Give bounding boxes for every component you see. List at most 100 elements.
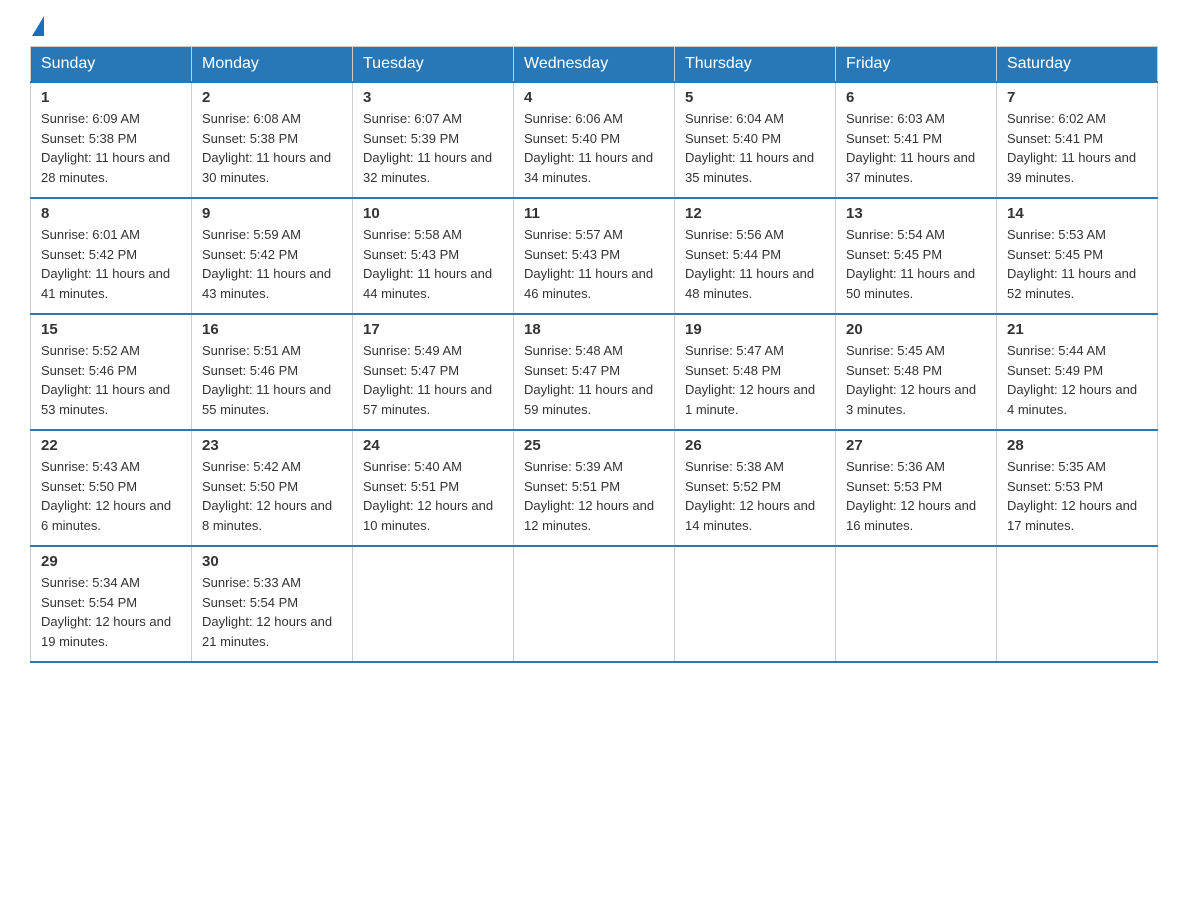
day-number: 22 (41, 437, 181, 454)
calendar-cell: 12 Sunrise: 5:56 AMSunset: 5:44 PMDayligh… (675, 198, 836, 314)
calendar-cell (836, 546, 997, 662)
day-info: Sunrise: 5:57 AMSunset: 5:43 PMDaylight:… (524, 225, 664, 303)
day-number: 1 (41, 89, 181, 106)
calendar-cell: 15Sunrise: 5:52 AMSunset: 5:46 PMDayligh… (31, 314, 192, 430)
day-number: 25 (524, 437, 664, 454)
week-row-4: 22 Sunrise: 5:43 AMSunset: 5:50 PMDayligh… (31, 430, 1158, 546)
day-number: 18 (524, 321, 664, 338)
day-number: 20 (846, 321, 986, 338)
header-monday: Monday (192, 47, 353, 83)
week-row-2: 8 Sunrise: 6:01 AMSunset: 5:42 PMDaylight… (31, 198, 1158, 314)
day-number: 4 (524, 89, 664, 106)
calendar-cell: 28 Sunrise: 5:35 AMSunset: 5:53 PMDayligh… (997, 430, 1158, 546)
calendar-cell: 3 Sunrise: 6:07 AMSunset: 5:39 PMDaylight… (353, 82, 514, 198)
day-info: Sunrise: 5:34 AMSunset: 5:54 PMDaylight:… (41, 573, 181, 651)
calendar-cell (353, 546, 514, 662)
day-info: Sunrise: 5:45 AMSunset: 5:48 PMDaylight:… (846, 341, 986, 419)
day-info: Sunrise: 5:48 AMSunset: 5:47 PMDaylight:… (524, 341, 664, 419)
day-info: Sunrise: 5:56 AMSunset: 5:44 PMDaylight:… (685, 225, 825, 303)
day-number: 3 (363, 89, 503, 106)
day-number: 5 (685, 89, 825, 106)
page-header (30, 20, 1158, 36)
header-friday: Friday (836, 47, 997, 83)
calendar-cell: 6Sunrise: 6:03 AMSunset: 5:41 PMDaylight… (836, 82, 997, 198)
day-info: Sunrise: 5:39 AMSunset: 5:51 PMDaylight:… (524, 457, 664, 535)
calendar-cell: 22 Sunrise: 5:43 AMSunset: 5:50 PMDayligh… (31, 430, 192, 546)
day-number: 30 (202, 553, 342, 570)
day-number: 29 (41, 553, 181, 570)
calendar-cell: 21 Sunrise: 5:44 AMSunset: 5:49 PMDayligh… (997, 314, 1158, 430)
day-number: 17 (363, 321, 503, 338)
day-number: 2 (202, 89, 342, 106)
day-number: 27 (846, 437, 986, 454)
calendar-cell (675, 546, 836, 662)
day-number: 11 (524, 205, 664, 222)
day-info: Sunrise: 5:33 AMSunset: 5:54 PMDaylight:… (202, 573, 342, 651)
day-info: Sunrise: 6:07 AMSunset: 5:39 PMDaylight:… (363, 109, 503, 187)
day-number: 15 (41, 321, 181, 338)
day-number: 28 (1007, 437, 1147, 454)
day-info: Sunrise: 5:40 AMSunset: 5:51 PMDaylight:… (363, 457, 503, 535)
day-info: Sunrise: 6:02 AMSunset: 5:41 PMDaylight:… (1007, 109, 1147, 187)
calendar-cell (514, 546, 675, 662)
calendar-cell: 24 Sunrise: 5:40 AMSunset: 5:51 PMDayligh… (353, 430, 514, 546)
day-number: 13 (846, 205, 986, 222)
calendar-cell: 11 Sunrise: 5:57 AMSunset: 5:43 PMDayligh… (514, 198, 675, 314)
day-info: Sunrise: 5:58 AMSunset: 5:43 PMDaylight:… (363, 225, 503, 303)
week-row-3: 15Sunrise: 5:52 AMSunset: 5:46 PMDayligh… (31, 314, 1158, 430)
calendar-cell: 19 Sunrise: 5:47 AMSunset: 5:48 PMDayligh… (675, 314, 836, 430)
day-info: Sunrise: 6:01 AMSunset: 5:42 PMDaylight:… (41, 225, 181, 303)
day-number: 26 (685, 437, 825, 454)
day-info: Sunrise: 6:04 AMSunset: 5:40 PMDaylight:… (685, 109, 825, 187)
day-info: Sunrise: 6:03 AMSunset: 5:41 PMDaylight:… (846, 109, 986, 187)
calendar-cell: 18 Sunrise: 5:48 AMSunset: 5:47 PMDayligh… (514, 314, 675, 430)
calendar-cell: 16 Sunrise: 5:51 AMSunset: 5:46 PMDayligh… (192, 314, 353, 430)
calendar-cell: 9 Sunrise: 5:59 AMSunset: 5:42 PMDaylight… (192, 198, 353, 314)
day-info: Sunrise: 5:51 AMSunset: 5:46 PMDaylight:… (202, 341, 342, 419)
calendar-cell: 1 Sunrise: 6:09 AMSunset: 5:38 PMDaylight… (31, 82, 192, 198)
calendar-cell: 30 Sunrise: 5:33 AMSunset: 5:54 PMDayligh… (192, 546, 353, 662)
day-number: 24 (363, 437, 503, 454)
header-wednesday: Wednesday (514, 47, 675, 83)
week-row-5: 29 Sunrise: 5:34 AMSunset: 5:54 PMDayligh… (31, 546, 1158, 662)
day-info: Sunrise: 5:43 AMSunset: 5:50 PMDaylight:… (41, 457, 181, 535)
calendar-cell: 14 Sunrise: 5:53 AMSunset: 5:45 PMDayligh… (997, 198, 1158, 314)
day-number: 16 (202, 321, 342, 338)
calendar-cell: 8 Sunrise: 6:01 AMSunset: 5:42 PMDaylight… (31, 198, 192, 314)
calendar-cell: 23 Sunrise: 5:42 AMSunset: 5:50 PMDayligh… (192, 430, 353, 546)
calendar-cell: 7 Sunrise: 6:02 AMSunset: 5:41 PMDaylight… (997, 82, 1158, 198)
day-info: Sunrise: 5:59 AMSunset: 5:42 PMDaylight:… (202, 225, 342, 303)
day-number: 8 (41, 205, 181, 222)
logo-triangle-icon (32, 16, 44, 36)
calendar-cell: 25 Sunrise: 5:39 AMSunset: 5:51 PMDayligh… (514, 430, 675, 546)
day-number: 10 (363, 205, 503, 222)
calendar-cell: 17Sunrise: 5:49 AMSunset: 5:47 PMDayligh… (353, 314, 514, 430)
day-number: 21 (1007, 321, 1147, 338)
day-number: 7 (1007, 89, 1147, 106)
day-number: 19 (685, 321, 825, 338)
header-tuesday: Tuesday (353, 47, 514, 83)
day-number: 9 (202, 205, 342, 222)
day-info: Sunrise: 5:42 AMSunset: 5:50 PMDaylight:… (202, 457, 342, 535)
header-sunday: Sunday (31, 47, 192, 83)
day-info: Sunrise: 5:47 AMSunset: 5:48 PMDaylight:… (685, 341, 825, 419)
calendar-cell: 10 Sunrise: 5:58 AMSunset: 5:43 PMDayligh… (353, 198, 514, 314)
calendar-table: SundayMondayTuesdayWednesdayThursdayFrid… (30, 46, 1158, 663)
weekday-header-row: SundayMondayTuesdayWednesdayThursdayFrid… (31, 47, 1158, 83)
calendar-cell: 4Sunrise: 6:06 AMSunset: 5:40 PMDaylight… (514, 82, 675, 198)
calendar-cell: 13 Sunrise: 5:54 AMSunset: 5:45 PMDayligh… (836, 198, 997, 314)
logo (30, 20, 44, 36)
day-info: Sunrise: 5:54 AMSunset: 5:45 PMDaylight:… (846, 225, 986, 303)
day-number: 23 (202, 437, 342, 454)
calendar-cell: 27Sunrise: 5:36 AMSunset: 5:53 PMDayligh… (836, 430, 997, 546)
day-number: 12 (685, 205, 825, 222)
day-number: 14 (1007, 205, 1147, 222)
calendar-cell: 29 Sunrise: 5:34 AMSunset: 5:54 PMDayligh… (31, 546, 192, 662)
day-info: Sunrise: 5:44 AMSunset: 5:49 PMDaylight:… (1007, 341, 1147, 419)
day-info: Sunrise: 6:09 AMSunset: 5:38 PMDaylight:… (41, 109, 181, 187)
day-info: Sunrise: 5:35 AMSunset: 5:53 PMDaylight:… (1007, 457, 1147, 535)
calendar-cell: 26Sunrise: 5:38 AMSunset: 5:52 PMDayligh… (675, 430, 836, 546)
calendar-cell (997, 546, 1158, 662)
header-saturday: Saturday (997, 47, 1158, 83)
day-info: Sunrise: 5:53 AMSunset: 5:45 PMDaylight:… (1007, 225, 1147, 303)
